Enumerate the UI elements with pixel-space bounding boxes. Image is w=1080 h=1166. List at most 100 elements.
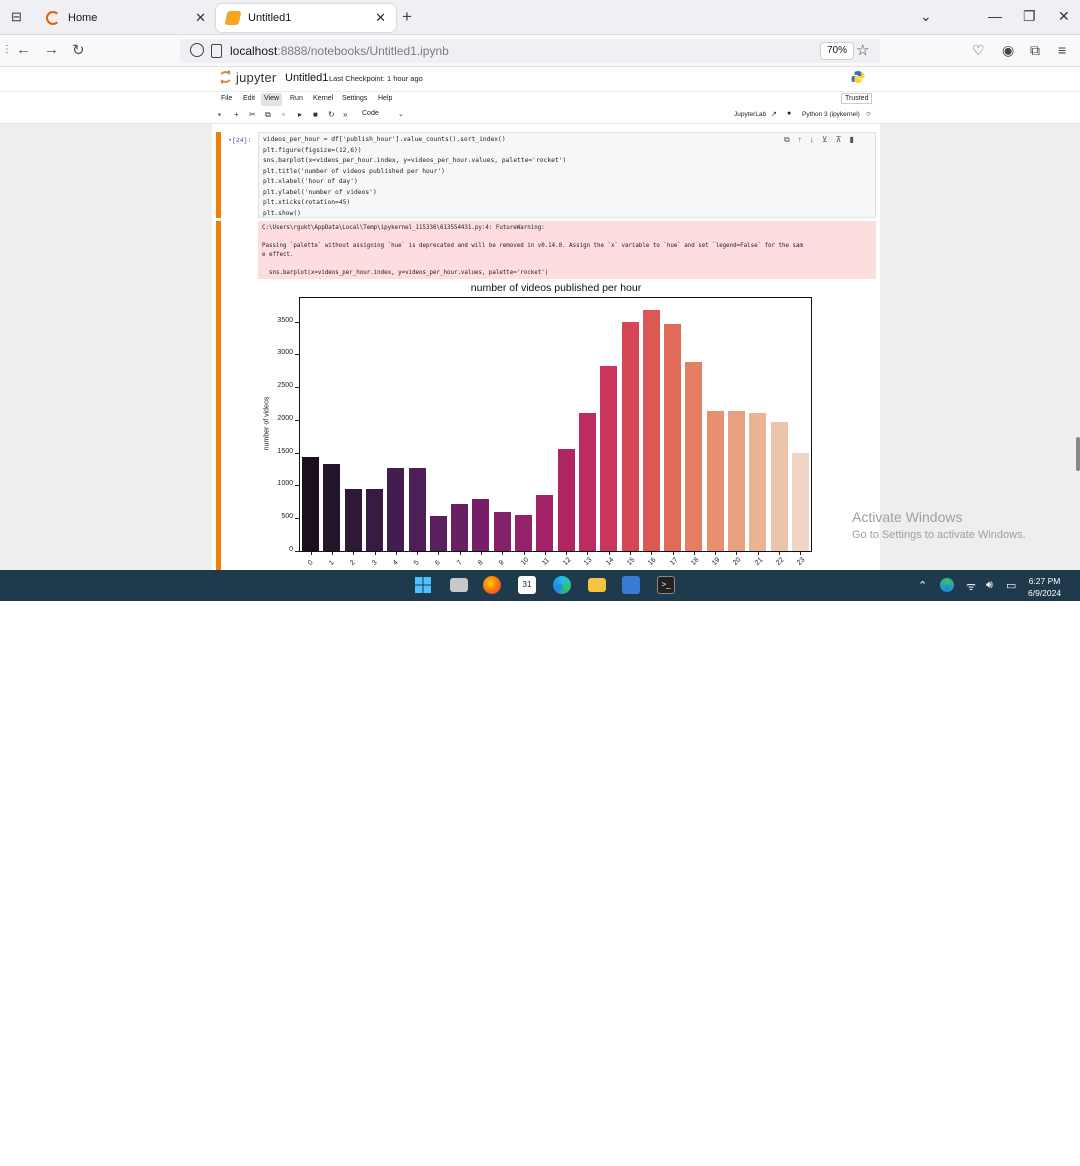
insert-above-icon[interactable]: ⊻: [822, 135, 828, 144]
fast-forward-icon[interactable]: »: [343, 110, 347, 119]
delete-cell-icon[interactable]: ▮: [849, 135, 853, 144]
code-line: plt.xticks(rotation=45): [263, 199, 351, 206]
x-tick-mark: [331, 552, 333, 555]
paste-icon[interactable]: ▫: [282, 110, 285, 119]
page-info-icon[interactable]: [211, 44, 222, 58]
bookmark-star-icon[interactable]: ☆: [856, 41, 869, 59]
bar-hour-10: [515, 514, 533, 551]
notebook-icon: [224, 11, 242, 25]
clock-time: 6:27 PM: [1028, 576, 1061, 586]
volume-icon[interactable]: 🔊︎: [986, 579, 993, 592]
chevron-down-icon[interactable]: ⌄: [398, 110, 404, 118]
tab-list-icon[interactable]: ⊟: [11, 10, 25, 24]
x-tick-mark: [438, 552, 440, 555]
pocket-icon[interactable]: ♡: [972, 42, 985, 59]
menu-view[interactable]: View: [261, 93, 283, 106]
menu-run[interactable]: Run: [287, 95, 306, 102]
save-icon[interactable]: ▪: [218, 110, 221, 119]
vertical-scrollbar[interactable]: [1074, 124, 1080, 570]
run-icon[interactable]: ▸: [298, 110, 302, 119]
jupyter-logo-icon[interactable]: [220, 70, 231, 84]
x-tick-mark: [779, 552, 781, 555]
close-window-icon[interactable]: ✕: [1058, 8, 1070, 25]
menu-edit[interactable]: Edit: [240, 95, 258, 102]
close-icon[interactable]: ✕: [195, 10, 206, 26]
y-tick-mark: [295, 321, 299, 323]
bar-hour-0: [302, 456, 320, 551]
trusted-badge[interactable]: Trusted: [841, 93, 873, 104]
jupyterlab-link[interactable]: JupyterLab: [734, 111, 766, 118]
url-text[interactable]: localhost:8888/notebooks/Untitled1.ipynb: [230, 44, 449, 58]
jupyter-logo-text[interactable]: jupyter: [236, 70, 276, 85]
back-icon[interactable]: ←: [16, 41, 31, 58]
menu-settings[interactable]: Settings: [339, 95, 370, 102]
restore-icon[interactable]: ❐: [1023, 8, 1036, 25]
bar-hour-20: [727, 410, 745, 551]
firefox-icon[interactable]: [483, 576, 501, 594]
firefox-home-icon: [46, 11, 60, 25]
stop-icon[interactable]: ■: [313, 110, 318, 119]
copilot-icon[interactable]: [940, 578, 954, 592]
file-explorer-icon[interactable]: [588, 578, 606, 592]
calendar-icon[interactable]: 31: [518, 576, 536, 594]
cell-toolbar: ⧉ ↑ ↓ ⊻ ⊼ ▮: [784, 135, 862, 145]
output-selection-bar[interactable]: [216, 221, 221, 570]
start-icon[interactable]: [414, 576, 432, 594]
move-up-icon[interactable]: ↑: [798, 135, 802, 144]
tab-untitled1[interactable]: Untitled1 ✕: [216, 4, 396, 32]
store-icon[interactable]: [622, 576, 640, 594]
menu-kernel[interactable]: Kernel: [310, 95, 336, 102]
x-tick-mark: [395, 552, 397, 555]
move-down-icon[interactable]: ↓: [810, 135, 814, 144]
menu-file[interactable]: File: [218, 95, 235, 102]
cell-selection-bar[interactable]: [216, 132, 221, 218]
forward-icon[interactable]: →: [44, 41, 59, 58]
x-tick-mark: [544, 552, 546, 555]
x-tick-mark: [417, 552, 419, 555]
wifi-icon[interactable]: ᯤ: [966, 579, 976, 594]
bar-hour-2: [344, 489, 362, 551]
x-tick-mark: [800, 552, 802, 555]
copy-icon[interactable]: ⧉: [265, 110, 271, 120]
account-icon[interactable]: ◉: [1002, 42, 1014, 59]
minimize-icon[interactable]: —: [988, 8, 1002, 24]
sidebar-handle-icon[interactable]: ⋮: [2, 44, 12, 55]
terminal-icon[interactable]: >_: [657, 576, 675, 594]
url-bar[interactable]: localhost:8888/notebooks/Untitled1.ipynb…: [180, 39, 880, 63]
task-view-icon[interactable]: [450, 578, 468, 592]
new-tab-icon[interactable]: +: [402, 7, 412, 27]
menu-icon[interactable]: ≡: [1058, 42, 1066, 58]
cut-icon[interactable]: ✂: [249, 110, 256, 119]
clock[interactable]: 6:27 PM 6/9/2024: [1028, 575, 1061, 599]
kernel-status-dot-icon: ●: [787, 110, 792, 117]
warning-output: C:\Users\rgukt\AppData\Local\Temp\ipyker…: [258, 221, 876, 279]
close-icon[interactable]: ✕: [375, 10, 386, 26]
reload-icon[interactable]: ↻: [72, 41, 85, 59]
battery-icon[interactable]: ▭: [1006, 579, 1016, 592]
y-tick-label: 500: [281, 513, 293, 521]
show-hidden-icons-icon[interactable]: ⌃: [918, 579, 927, 592]
x-tick-mark: [651, 552, 653, 555]
cell-type-select[interactable]: Code: [362, 110, 379, 117]
chevron-down-icon[interactable]: ⌄: [920, 8, 932, 25]
notebook-title[interactable]: Untitled1: [285, 72, 328, 84]
bar-hour-9: [493, 511, 511, 551]
scrollbar-thumb[interactable]: [1076, 437, 1080, 471]
restart-icon[interactable]: ↻: [328, 110, 335, 119]
shield-icon[interactable]: [190, 43, 204, 57]
kernel-name[interactable]: Python 3 (ipykernel): [802, 111, 860, 118]
extensions-icon[interactable]: ⧉: [1030, 42, 1040, 59]
bar-hour-18: [685, 361, 703, 551]
zoom-indicator[interactable]: 70%: [820, 42, 855, 60]
warning-line: e effect.: [262, 252, 294, 258]
bar-hour-3: [366, 488, 384, 551]
edge-icon[interactable]: [553, 576, 571, 594]
tab-home[interactable]: Home ✕: [36, 4, 216, 32]
duplicate-cell-icon[interactable]: ⧉: [784, 135, 790, 144]
insert-below-icon[interactable]: ⊼: [836, 135, 842, 144]
menu-help[interactable]: Help: [375, 95, 395, 102]
x-tick-mark: [693, 552, 695, 555]
insert-cell-icon[interactable]: +: [234, 110, 239, 119]
bar-hour-1: [323, 463, 341, 551]
external-link-icon[interactable]: ↗: [771, 110, 777, 118]
